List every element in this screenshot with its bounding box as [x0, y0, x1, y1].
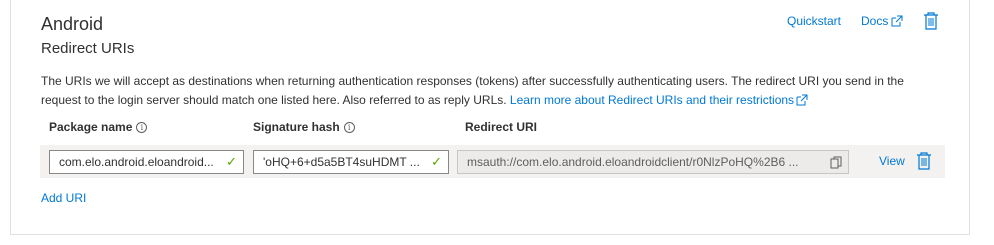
signature-hash-header: Signature hash i: [253, 120, 355, 134]
checkmark-icon: ✓: [431, 154, 442, 169]
add-uri-link[interactable]: Add URI: [41, 191, 86, 205]
info-icon[interactable]: i: [343, 121, 355, 133]
redirect-uri-field[interactable]: msauth://com.elo.android.eloandroidclien…: [457, 150, 849, 174]
info-icon[interactable]: i: [136, 121, 148, 133]
package-name-field[interactable]: com.elo.android.eloandroid... ✓: [49, 150, 244, 174]
package-name-header-label: Package name: [49, 120, 133, 134]
package-name-header: Package name i: [49, 120, 148, 134]
section-subtitle: Redirect URIs: [41, 40, 135, 57]
delete-redirect-uri-trash-icon[interactable]: [916, 151, 932, 176]
redirect-uri-header: Redirect URI: [465, 120, 537, 134]
external-link-icon: [891, 15, 903, 27]
quickstart-link[interactable]: Quickstart: [787, 14, 841, 28]
android-platform-card: [10, 0, 970, 235]
copy-icon[interactable]: [830, 156, 842, 169]
external-link-icon: [796, 94, 808, 106]
docs-link[interactable]: Docs: [861, 14, 903, 28]
redirect-uri-value: msauth://com.elo.android.eloandroidclien…: [467, 155, 799, 169]
redirect-uri-description: The URIs we will accept as destinations …: [41, 72, 946, 110]
docs-link-label: Docs: [861, 14, 889, 28]
delete-platform-trash-icon[interactable]: [923, 11, 939, 34]
signature-hash-field[interactable]: 'oHQ+6+d5a5BT4suHDMT ... ✓: [253, 150, 449, 174]
checkmark-icon: ✓: [226, 154, 237, 169]
redirect-uri-header-label: Redirect URI: [465, 120, 538, 134]
view-redirect-uri-link[interactable]: View: [879, 154, 905, 168]
package-name-value: com.elo.android.eloandroid...: [59, 155, 214, 169]
learn-more-link[interactable]: Learn more about Redirect URIs and their…: [510, 93, 808, 107]
platform-title: Android: [41, 14, 104, 34]
signature-hash-header-label: Signature hash: [253, 120, 340, 134]
learn-more-link-label: Learn more about Redirect URIs and their…: [509, 93, 795, 107]
signature-hash-value: 'oHQ+6+d5a5BT4suHDMT ...: [263, 155, 420, 169]
